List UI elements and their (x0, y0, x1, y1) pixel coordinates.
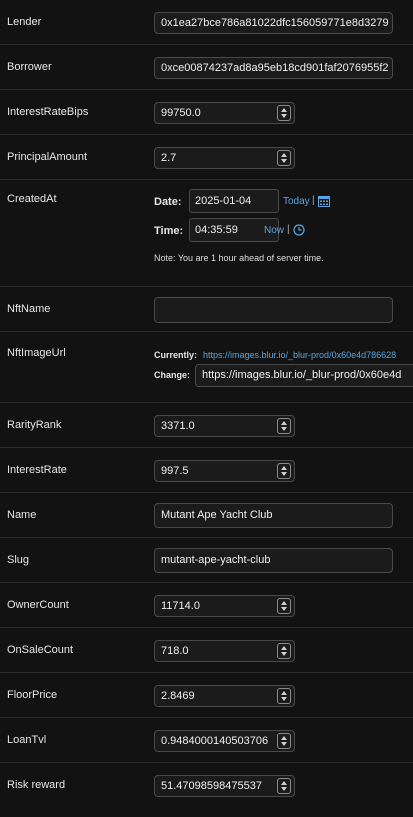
nft-name-input[interactable] (154, 297, 393, 323)
currently-label: Currently: (154, 350, 198, 360)
rarity-rank-input[interactable]: 3371.0 (154, 415, 295, 437)
row-owner-count: OwnerCount 11714.0 (0, 583, 413, 628)
label-loan-tvl: LoanTvl (7, 734, 47, 746)
spinner-icon[interactable] (277, 463, 291, 479)
interest-rate-bips-value: 99750.0 (161, 107, 201, 119)
interest-rate-bips-input[interactable]: 99750.0 (154, 102, 295, 124)
spinner-icon[interactable] (277, 598, 291, 614)
rarity-rank-value: 3371.0 (161, 420, 195, 432)
loan-tvl-input[interactable]: 0.9484000140503706 (154, 730, 295, 752)
row-nft-name: NftName (0, 287, 413, 332)
spinner-icon[interactable] (277, 688, 291, 704)
row-on-sale-count: OnSaleCount 718.0 (0, 628, 413, 673)
now-link[interactable]: Now (264, 225, 284, 236)
time-label: Time: (154, 225, 184, 237)
timezone-note: Note: You are 1 hour ahead of server tim… (154, 253, 324, 263)
clock-icon[interactable] (293, 224, 305, 236)
principal-amount-input[interactable]: 2.7 (154, 147, 295, 169)
slug-input[interactable]: mutant-ape-yacht-club (154, 548, 393, 573)
row-lender: Lender 0x1ea27bce786a81022dfc156059771e8… (0, 0, 413, 45)
label-floor-price: FloorPrice (7, 689, 58, 701)
date-input[interactable]: 2025-01-04 (189, 189, 279, 213)
row-risk-reward: Risk reward 51.47098598475537 (0, 763, 413, 807)
floor-price-input[interactable]: 2.8469 (154, 685, 295, 707)
spinner-icon[interactable] (277, 733, 291, 749)
label-on-sale-count: OnSaleCount (7, 644, 74, 656)
nft-image-url-input[interactable]: https://images.blur.io/_blur-prod/0x60e4… (195, 364, 413, 387)
label-risk-reward: Risk reward (7, 779, 66, 791)
label-rarity-rank: RarityRank (7, 419, 62, 431)
row-interest-rate-bips: InterestRateBips 99750.0 (0, 90, 413, 135)
label-lender: Lender (7, 16, 42, 28)
borrower-input[interactable]: 0xce00874237ad8a95eb18cd901faf2076955f2 (154, 57, 393, 79)
spinner-icon[interactable] (277, 643, 291, 659)
name-input[interactable]: Mutant Ape Yacht Club (154, 503, 393, 528)
label-borrower: Borrower (7, 61, 52, 73)
label-principal-amount: PrincipalAmount (7, 151, 88, 163)
row-nft-image-url: NftImageUrl Currently: https://images.bl… (0, 332, 413, 403)
floor-price-value: 2.8469 (161, 690, 195, 702)
loan-form: Lender 0x1ea27bce786a81022dfc156059771e8… (0, 0, 413, 807)
row-principal-amount: PrincipalAmount 2.7 (0, 135, 413, 180)
row-slug: Slug mutant-ape-yacht-club (0, 538, 413, 583)
today-link[interactable]: Today (283, 196, 310, 207)
label-slug: Slug (7, 554, 30, 566)
risk-reward-input[interactable]: 51.47098598475537 (154, 775, 295, 797)
label-name: Name (7, 509, 37, 521)
change-label: Change: (154, 370, 190, 380)
interest-rate-input[interactable]: 997.5 (154, 460, 295, 482)
on-sale-count-value: 718.0 (161, 645, 189, 657)
spinner-icon[interactable] (277, 778, 291, 794)
label-nft-image-url: NftImageUrl (7, 347, 66, 359)
row-rarity-rank: RarityRank 3371.0 (0, 403, 413, 448)
calendar-icon[interactable] (318, 195, 330, 207)
loan-tvl-value: 0.9484000140503706 (161, 735, 269, 747)
on-sale-count-input[interactable]: 718.0 (154, 640, 295, 662)
spinner-icon[interactable] (277, 105, 291, 121)
row-created-at: CreatedAt Date: 2025-01-04 Today | Time:… (0, 180, 413, 287)
row-interest-rate: InterestRate 997.5 (0, 448, 413, 493)
risk-reward-value: 51.47098598475537 (161, 780, 262, 792)
separator: | (312, 195, 315, 206)
owner-count-value: 11714.0 (161, 600, 200, 612)
spinner-icon[interactable] (277, 418, 291, 434)
row-loan-tvl: LoanTvl 0.9484000140503706 (0, 718, 413, 763)
owner-count-input[interactable]: 11714.0 (154, 595, 295, 617)
label-interest-rate: InterestRate (7, 464, 67, 476)
row-floor-price: FloorPrice 2.8469 (0, 673, 413, 718)
label-created-at: CreatedAt (7, 193, 57, 205)
interest-rate-value: 997.5 (161, 465, 189, 477)
label-interest-rate-bips: InterestRateBips (7, 106, 89, 118)
principal-amount-value: 2.7 (161, 152, 177, 164)
row-name: Name Mutant Ape Yacht Club (0, 493, 413, 538)
label-nft-name: NftName (7, 303, 51, 315)
spinner-icon[interactable] (277, 150, 291, 166)
row-borrower: Borrower 0xce00874237ad8a95eb18cd901faf2… (0, 45, 413, 90)
date-label: Date: (154, 196, 182, 208)
lender-input[interactable]: 0x1ea27bce786a81022dfc156059771e8d3279 (154, 12, 393, 34)
label-owner-count: OwnerCount (7, 599, 69, 611)
separator: | (287, 224, 290, 235)
currently-link[interactable]: https://images.blur.io/_blur-prod/0x60e4… (203, 350, 396, 360)
